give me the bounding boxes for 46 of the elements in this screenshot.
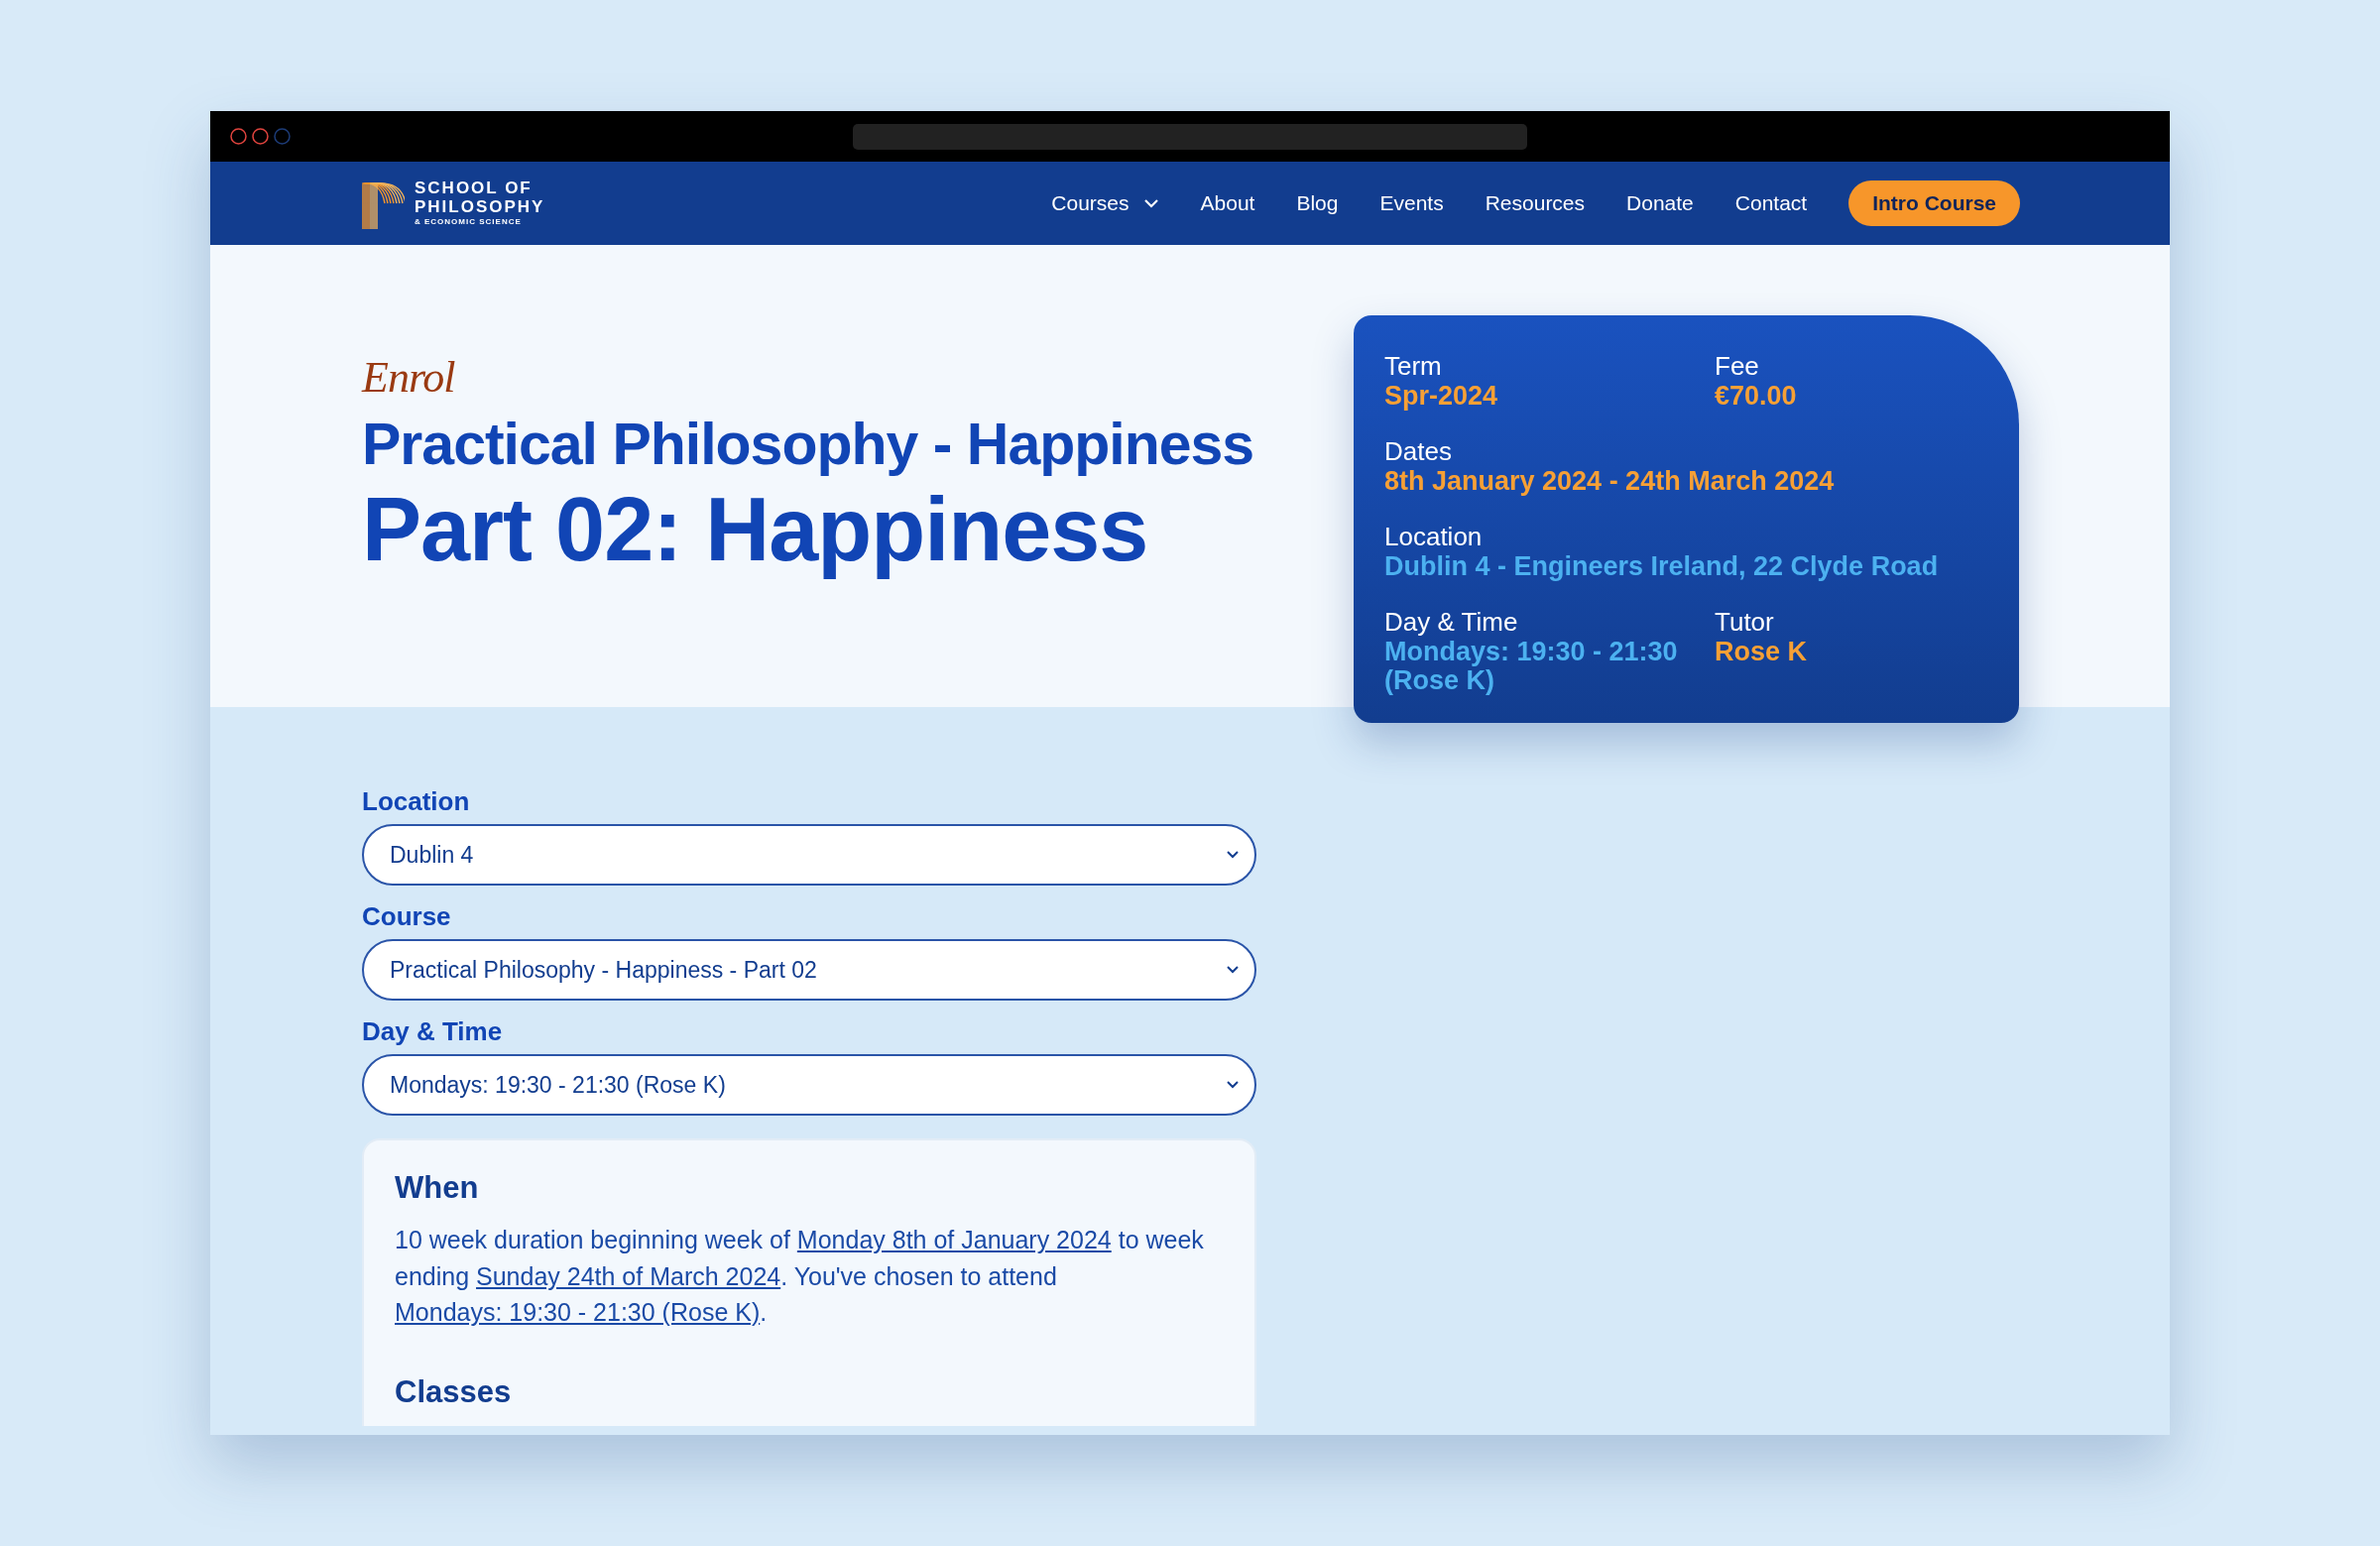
- window-maximize-icon: [274, 128, 291, 145]
- nav-link[interactable]: Events: [1379, 191, 1444, 215]
- nav-link[interactable]: Blog: [1296, 191, 1339, 215]
- detail-label: Tutor: [1715, 607, 1775, 638]
- enrol-eyebrow: Enrol: [362, 352, 455, 404]
- course-title: Practical Philosophy - Happiness: [362, 411, 1254, 479]
- field-label: Day & Time: [362, 1016, 504, 1046]
- detail-value: Mondays: 19:30 - 21:30 (Rose K): [1384, 638, 1679, 695]
- field-label: Course: [362, 901, 452, 931]
- detail-label: Location: [1384, 522, 1484, 552]
- nav-link[interactable]: Courses: [1051, 191, 1159, 215]
- detail-value: Rose K: [1715, 638, 1809, 666]
- window-minimize-icon: [252, 128, 269, 145]
- nav-link[interactable]: About: [1200, 191, 1255, 215]
- address-bar[interactable]: [853, 124, 1527, 150]
- detail-value: Spr-2024: [1384, 382, 1499, 411]
- chevron-down-icon: [1142, 197, 1159, 209]
- section-heading: When: [395, 1169, 480, 1207]
- select-field[interactable]: Mondays: 19:30 - 21:30 (Rose K): [362, 1054, 1256, 1116]
- date-link[interactable]: Mondays: 19:30 - 21:30 (Rose K): [395, 1298, 761, 1326]
- detail-label: Dates: [1384, 436, 1453, 467]
- select-field[interactable]: Practical Philosophy - Happiness - Part 02: [362, 939, 1256, 1001]
- detail-value: 8th January 2024 - 24th March 2024: [1384, 467, 1836, 496]
- detail-value: €70.00: [1715, 382, 1798, 411]
- date-link[interactable]: Monday 8th of January 2024: [796, 1226, 1112, 1253]
- detail-label: Term: [1384, 351, 1443, 382]
- detail-value: Dublin 4 - Engineers Ireland, 22 Clyde Road: [1384, 552, 1940, 581]
- chevron-down-icon: [1227, 851, 1239, 859]
- detail-label: Day & Time: [1384, 607, 1519, 638]
- chevron-down-icon: [1227, 1081, 1239, 1089]
- logo-text: & ECONOMIC SCIENCE: [415, 216, 523, 228]
- field-label: Location: [362, 786, 471, 816]
- section-heading: Classes: [395, 1372, 513, 1411]
- when-paragraph: 10 week duration beginning week of Monday 8th of January 2024 to week ending Sunday 24th of March 2024. You've chosen to attend Mondays: 19:30 - 21:30 (Rose K).: [395, 1225, 1205, 1328]
- chevron-down-icon: [1227, 966, 1239, 974]
- nav-link[interactable]: Donate: [1626, 191, 1694, 215]
- date-link[interactable]: Sunday 24th of March 2024: [476, 1261, 781, 1290]
- window-close-icon: [230, 128, 247, 145]
- course-subtitle: Part 02: Happiness: [362, 481, 1148, 578]
- nav-link[interactable]: Resources: [1485, 191, 1586, 215]
- logo-text: PHILOSOPHY: [415, 197, 545, 216]
- detail-label: Fee: [1715, 351, 1760, 382]
- intro-course-button[interactable]: Intro Course: [1848, 180, 2020, 226]
- select-field[interactable]: Dublin 4: [362, 824, 1256, 886]
- nav-link[interactable]: Contact: [1734, 191, 1808, 215]
- logo-text: SCHOOL OF: [415, 178, 534, 197]
